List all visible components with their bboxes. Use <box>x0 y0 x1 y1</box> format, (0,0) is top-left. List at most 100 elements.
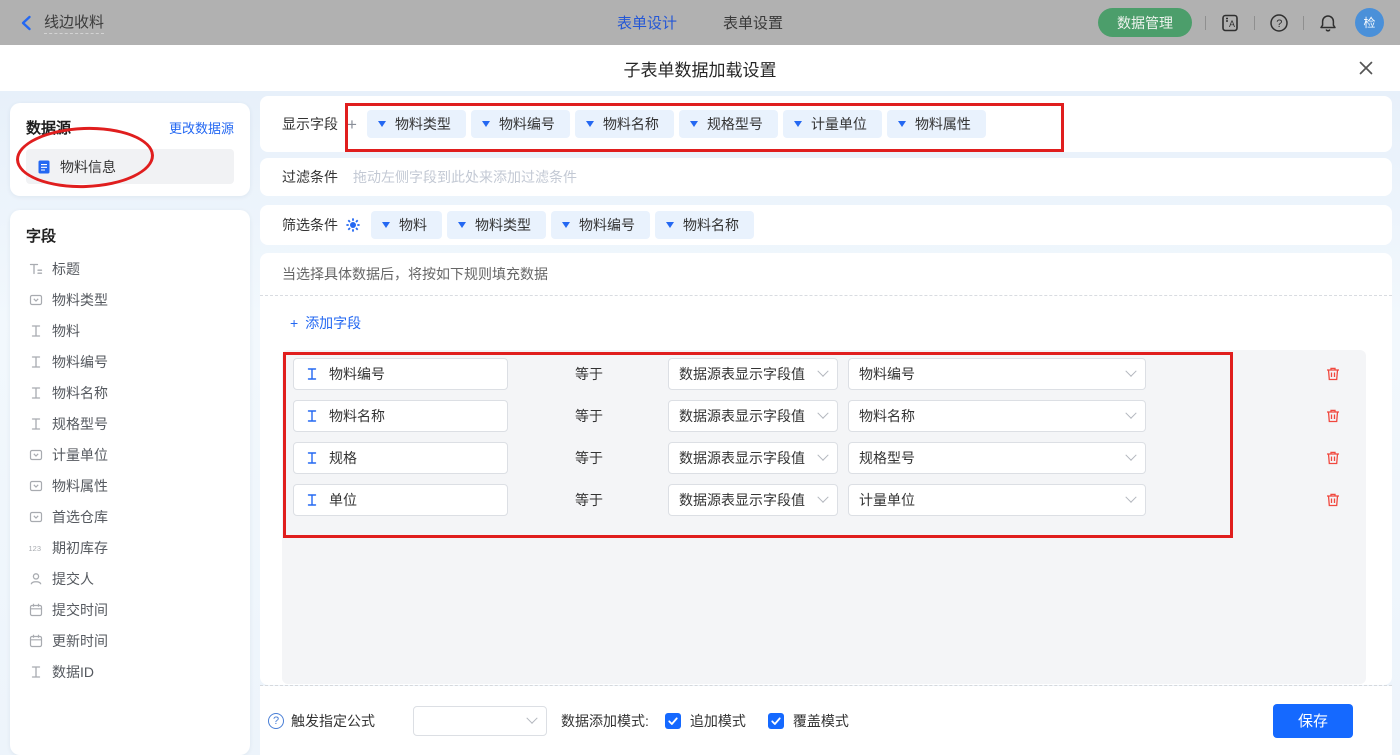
divider <box>1254 16 1255 30</box>
gear-icon[interactable] <box>345 217 361 233</box>
field-tag[interactable]: 物料类型 <box>367 110 466 138</box>
field-tag[interactable]: 物料类型 <box>447 211 546 239</box>
field-item-label: 数据ID <box>52 662 94 682</box>
tab-form-design[interactable]: 表单设计 <box>617 12 677 33</box>
divider <box>1205 16 1206 30</box>
heading-icon <box>28 261 44 277</box>
caret-down-icon <box>458 222 466 228</box>
field-tag[interactable]: 物料名称 <box>655 211 754 239</box>
rule-field-box[interactable]: 单位 <box>293 484 508 516</box>
rule-source-value: 数据源表显示字段值 <box>679 364 805 384</box>
help-icon[interactable]: ? <box>1268 12 1290 34</box>
trash-icon[interactable] <box>1324 449 1342 467</box>
mode-checkbox[interactable]: 覆盖模式 <box>768 711 849 731</box>
caret-down-icon <box>482 121 490 127</box>
glossary-icon[interactable]: A <box>1219 12 1241 34</box>
rule-source-select[interactable]: 数据源表显示字段值 <box>668 358 838 390</box>
field-item[interactable]: 物料类型 <box>26 284 234 315</box>
field-item[interactable]: 首选仓库 <box>26 501 234 532</box>
datasource-item-label: 物料信息 <box>60 157 116 177</box>
screen-conditions-section: 筛选条件 物料物料类型物料编号物料名称 <box>260 205 1392 245</box>
trash-icon[interactable] <box>1324 491 1342 509</box>
input-icon <box>28 323 44 339</box>
filter-dropzone-placeholder: 拖动左侧字段到此处来添加过滤条件 <box>353 167 577 187</box>
input-icon <box>28 416 44 432</box>
datasource-item[interactable]: 物料信息 <box>26 149 234 184</box>
tag-label: 规格型号 <box>707 114 763 134</box>
field-tag[interactable]: 计量单位 <box>783 110 882 138</box>
add-display-field-button[interactable]: + <box>347 116 357 133</box>
field-item[interactable]: 提交人 <box>26 563 234 594</box>
rule-operator: 等于 <box>575 448 615 468</box>
save-button[interactable]: 保存 <box>1273 704 1353 738</box>
rule-operator: 等于 <box>575 406 615 426</box>
trash-icon[interactable] <box>1324 365 1342 383</box>
input-icon <box>28 354 44 370</box>
rule-source-value: 数据源表显示字段值 <box>679 406 805 426</box>
field-item-label: 物料 <box>52 321 80 341</box>
field-tag[interactable]: 物料 <box>371 211 442 239</box>
mode-checkbox-label: 追加模式 <box>690 711 746 731</box>
trash-icon[interactable] <box>1324 407 1342 425</box>
rule-field-box[interactable]: 物料编号 <box>293 358 508 390</box>
field-item-label: 物料属性 <box>52 476 108 496</box>
tag-label: 物料属性 <box>915 114 971 134</box>
add-field-link[interactable]: + 添加字段 <box>290 313 361 333</box>
fill-rules-hint: 当选择具体数据后，将按如下规则填充数据 <box>260 253 1392 296</box>
rule-row: 物料名称 等于 数据源表显示字段值 物料名称 <box>293 400 1342 432</box>
topbar-tabs: 表单设计 表单设置 <box>617 0 783 45</box>
caret-down-icon <box>378 121 386 127</box>
rule-operator: 等于 <box>575 490 615 510</box>
mode-checkbox[interactable]: 追加模式 <box>665 711 746 731</box>
caret-down-icon <box>690 121 698 127</box>
close-icon[interactable] <box>1357 59 1375 77</box>
chevron-down-icon <box>817 450 828 461</box>
field-item[interactable]: 提交时间 <box>26 594 234 625</box>
field-tag[interactable]: 物料属性 <box>887 110 986 138</box>
avatar[interactable]: 检 <box>1355 8 1384 37</box>
field-item[interactable]: 物料编号 <box>26 346 234 377</box>
rule-field-label: 单位 <box>329 490 357 510</box>
bell-icon[interactable] <box>1317 12 1339 34</box>
svg-text:?: ? <box>1276 18 1282 30</box>
field-item[interactable]: 标题 <box>26 253 234 284</box>
rule-value-select[interactable]: 规格型号 <box>848 442 1146 474</box>
field-item-label: 提交时间 <box>52 600 108 620</box>
field-item[interactable]: 数据ID <box>26 656 234 687</box>
rule-value-value: 规格型号 <box>859 448 915 468</box>
rule-source-select[interactable]: 数据源表显示字段值 <box>668 484 838 516</box>
field-item[interactable]: 123期初库存 <box>26 532 234 563</box>
document-icon <box>36 159 52 175</box>
datasource-panel: 数据源 更改数据源 物料信息 <box>10 103 250 196</box>
rule-source-select[interactable]: 数据源表显示字段值 <box>668 400 838 432</box>
tag-label: 物料名称 <box>683 215 739 235</box>
rule-value-select[interactable]: 物料名称 <box>848 400 1146 432</box>
rule-value-select[interactable]: 物料编号 <box>848 358 1146 390</box>
datasource-title: 数据源 <box>26 117 71 138</box>
rule-field-box[interactable]: 物料名称 <box>293 400 508 432</box>
filter-section[interactable]: 过滤条件 拖动左侧字段到此处来添加过滤条件 <box>260 158 1392 196</box>
field-item-label: 物料编号 <box>52 352 108 372</box>
formula-select[interactable] <box>413 706 547 736</box>
field-item[interactable]: 物料属性 <box>26 470 234 501</box>
field-tag[interactable]: 物料编号 <box>471 110 570 138</box>
field-item[interactable]: 更新时间 <box>26 625 234 656</box>
back-nav[interactable]: 线边收料 <box>18 11 104 34</box>
rule-field-box[interactable]: 规格 <box>293 442 508 474</box>
field-item[interactable]: 规格型号 <box>26 408 234 439</box>
field-item[interactable]: 物料 <box>26 315 234 346</box>
field-item[interactable]: 计量单位 <box>26 439 234 470</box>
data-manage-button[interactable]: 数据管理 <box>1098 8 1192 37</box>
field-tag[interactable]: 规格型号 <box>679 110 778 138</box>
tab-form-settings[interactable]: 表单设置 <box>723 12 783 33</box>
rule-field-label: 规格 <box>329 448 357 468</box>
caret-down-icon <box>586 121 594 127</box>
rule-value-select[interactable]: 计量单位 <box>848 484 1146 516</box>
field-tag[interactable]: 物料名称 <box>575 110 674 138</box>
field-tag[interactable]: 物料编号 <box>551 211 650 239</box>
change-datasource-link[interactable]: 更改数据源 <box>169 118 234 137</box>
rule-source-select[interactable]: 数据源表显示字段值 <box>668 442 838 474</box>
formula-help-icon[interactable]: ? <box>268 713 284 729</box>
field-item[interactable]: 物料名称 <box>26 377 234 408</box>
chevron-down-icon <box>817 492 828 503</box>
